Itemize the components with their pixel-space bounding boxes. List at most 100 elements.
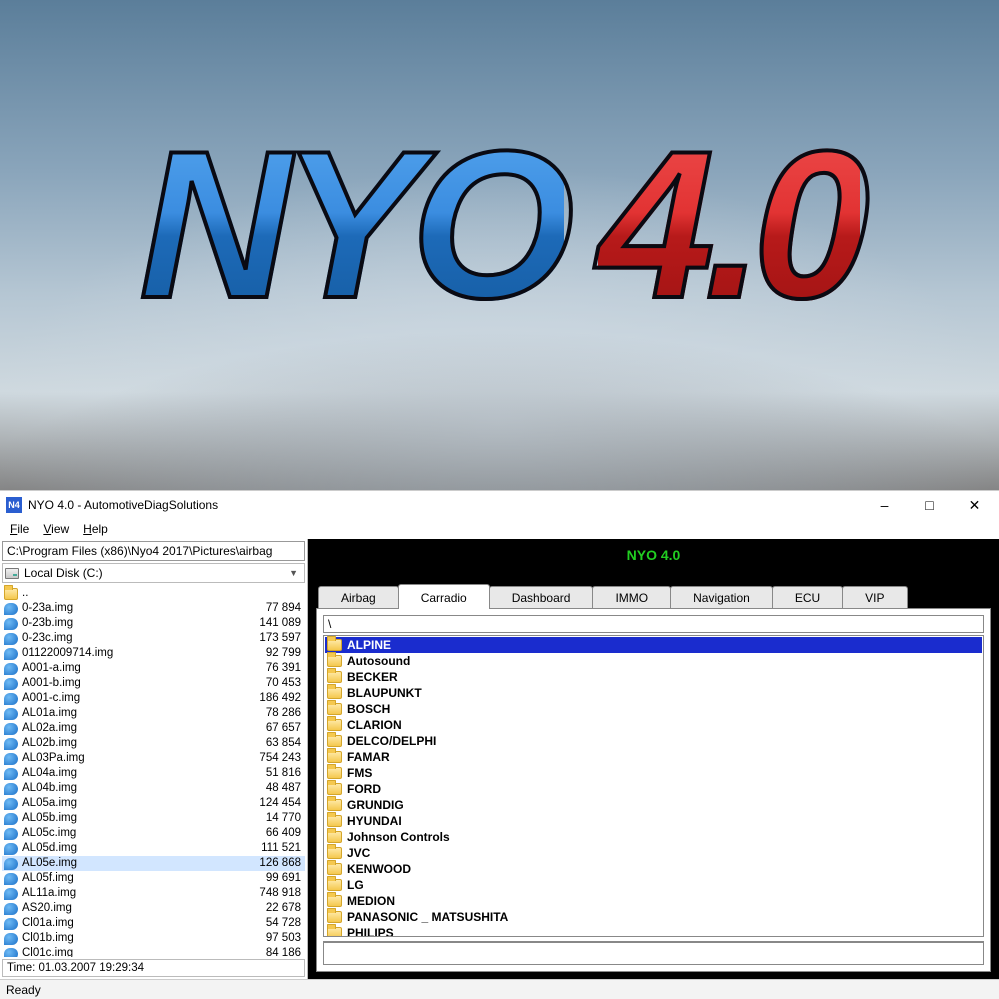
directory-row[interactable]: BECKER [325, 669, 982, 685]
file-row[interactable]: Cl01c.img84 186 [2, 946, 305, 957]
file-row[interactable]: AL05c.img66 409 [2, 826, 305, 841]
folder-icon [327, 911, 342, 923]
file-icon [4, 708, 18, 720]
file-row[interactable]: 01122009714.img92 799 [2, 646, 305, 661]
file-name: .. [22, 586, 301, 601]
directory-name: PHILIPS [347, 926, 978, 937]
tab-immo[interactable]: IMMO [592, 586, 671, 609]
tab-ecu[interactable]: ECU [772, 586, 843, 609]
file-name: AS20.img [22, 901, 266, 916]
file-row[interactable]: AL02a.img67 657 [2, 721, 305, 736]
drive-label: Local Disk (C:) [24, 566, 285, 580]
directory-row[interactable]: PHILIPS [325, 925, 982, 937]
folder-icon [327, 703, 342, 715]
window-title: NYO 4.0 - AutomotiveDiagSolutions [28, 498, 862, 512]
tab-dashboard[interactable]: Dashboard [489, 586, 594, 609]
folder-icon [327, 735, 342, 747]
file-icon [4, 678, 18, 690]
directory-row[interactable]: KENWOOD [325, 861, 982, 877]
file-row[interactable]: AL01a.img78 286 [2, 706, 305, 721]
file-row[interactable]: AL05d.img111 521 [2, 841, 305, 856]
tab-vip[interactable]: VIP [842, 586, 907, 609]
directory-name: FAMAR [347, 750, 978, 764]
window-minimize[interactable]: – [862, 492, 907, 518]
file-list[interactable]: ..0-23a.img77 8940-23b.img141 0890-23c.i… [0, 585, 307, 957]
file-row[interactable]: AL11a.img748 918 [2, 886, 305, 901]
file-row[interactable]: Cl01b.img97 503 [2, 931, 305, 946]
directory-row[interactable]: BLAUPUNKT [325, 685, 982, 701]
directory-row[interactable]: Johnson Controls [325, 829, 982, 845]
file-row[interactable]: A001-c.img186 492 [2, 691, 305, 706]
file-row[interactable]: AL05f.img99 691 [2, 871, 305, 886]
file-icon [4, 948, 18, 958]
directory-row[interactable]: CLARION [325, 717, 982, 733]
directory-row[interactable]: MEDION [325, 893, 982, 909]
titlebar[interactable]: N4 NYO 4.0 - AutomotiveDiagSolutions – □… [0, 491, 999, 519]
file-size: 754 243 [259, 751, 303, 766]
directory-row[interactable]: FAMAR [325, 749, 982, 765]
logo-text-left: NYO [139, 107, 564, 342]
folder-icon [4, 588, 18, 600]
folder-icon [327, 719, 342, 731]
file-size: 78 286 [266, 706, 303, 721]
file-icon [4, 693, 18, 705]
directory-row[interactable]: PANASONIC _ MATSUSHITA [325, 909, 982, 925]
directory-row[interactable]: GRUNDIG [325, 797, 982, 813]
menu-help[interactable]: Help [77, 520, 114, 538]
folder-icon [327, 639, 342, 651]
file-row[interactable]: 0-23c.img173 597 [2, 631, 305, 646]
file-icon [4, 858, 18, 870]
file-row[interactable]: A001-b.img70 453 [2, 676, 305, 691]
file-row[interactable]: AL04a.img51 816 [2, 766, 305, 781]
directory-name: MEDION [347, 894, 978, 908]
menu-view[interactable]: View [37, 520, 75, 538]
drive-selector[interactable]: Local Disk (C:) ▼ [2, 563, 305, 583]
file-row[interactable]: AL04b.img48 487 [2, 781, 305, 796]
file-icon [4, 798, 18, 810]
directory-list[interactable]: ALPINEAutosoundBECKERBLAUPUNKTBOSCHCLARI… [323, 635, 984, 937]
file-row[interactable]: AL03Pa.img754 243 [2, 751, 305, 766]
directory-name: BOSCH [347, 702, 978, 716]
window-maximize[interactable]: □ [907, 492, 952, 518]
file-row[interactable]: AL05b.img14 770 [2, 811, 305, 826]
directory-row[interactable]: ALPINE [325, 637, 982, 653]
file-row[interactable]: 0-23b.img141 089 [2, 616, 305, 631]
path-input[interactable] [2, 541, 305, 561]
file-size: 22 678 [266, 901, 303, 916]
file-row[interactable]: AL02b.img63 854 [2, 736, 305, 751]
file-row[interactable]: A001-a.img76 391 [2, 661, 305, 676]
file-name: A001-b.img [22, 676, 266, 691]
file-size: 14 770 [266, 811, 303, 826]
directory-row[interactable]: FMS [325, 765, 982, 781]
file-row-parent[interactable]: .. [2, 586, 305, 601]
file-icon [4, 723, 18, 735]
file-row[interactable]: AL05e.img126 868 [2, 856, 305, 871]
directory-row[interactable]: JVC [325, 845, 982, 861]
file-icon [4, 843, 18, 855]
breadcrumb[interactable]: \ [323, 615, 984, 633]
logo-text-right: 4.0 [598, 107, 860, 342]
file-icon [4, 663, 18, 675]
directory-row[interactable]: FORD [325, 781, 982, 797]
tab-airbag[interactable]: Airbag [318, 586, 399, 609]
directory-row[interactable]: Autosound [325, 653, 982, 669]
file-icon [4, 648, 18, 660]
file-row[interactable]: AL05a.img124 454 [2, 796, 305, 811]
file-row[interactable]: Cl01a.img54 728 [2, 916, 305, 931]
file-name: Cl01c.img [22, 946, 266, 957]
file-icon [4, 603, 18, 615]
tab-navigation[interactable]: Navigation [670, 586, 773, 609]
directory-row[interactable]: DELCO/DELPHI [325, 733, 982, 749]
window-close[interactable]: ✕ [952, 492, 997, 518]
directory-row[interactable]: HYUNDAI [325, 813, 982, 829]
file-icon [4, 933, 18, 945]
directory-name: Johnson Controls [347, 830, 978, 844]
staging-area[interactable] [323, 941, 984, 965]
directory-name: JVC [347, 846, 978, 860]
file-row[interactable]: AS20.img22 678 [2, 901, 305, 916]
tab-carradio[interactable]: Carradio [398, 584, 490, 609]
directory-row[interactable]: BOSCH [325, 701, 982, 717]
directory-row[interactable]: LG [325, 877, 982, 893]
file-row[interactable]: 0-23a.img77 894 [2, 601, 305, 616]
menu-file[interactable]: File [4, 520, 35, 538]
